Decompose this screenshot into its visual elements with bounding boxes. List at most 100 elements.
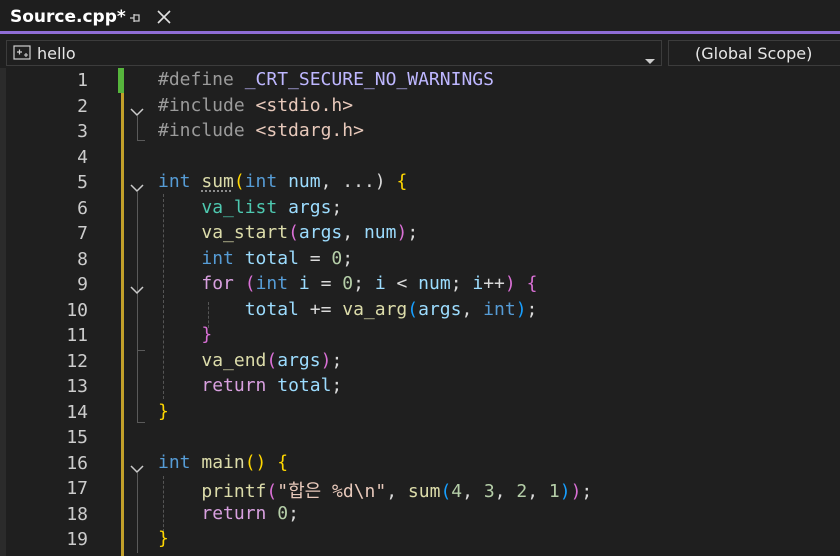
code-text: for (int i = 0; i < num; i++) {: [158, 273, 537, 294]
line-number: 18: [66, 503, 88, 525]
tab-source-cpp[interactable]: Source.cpp*: [0, 0, 180, 34]
code-line[interactable]: 4: [0, 145, 840, 171]
line-number: 12: [66, 350, 88, 372]
code-line[interactable]: 1 #define _CRT_SECURE_NO_WARNINGS: [0, 68, 840, 94]
fold-chevron-icon[interactable]: [130, 280, 144, 299]
code-line[interactable]: 2 #include <stdio.h>: [0, 94, 840, 120]
global-scope-dropdown[interactable]: (Global Scope): [668, 40, 840, 66]
line-number: 17: [66, 478, 88, 499]
code-token: #define: [158, 69, 234, 90]
code-line[interactable]: 16 int main() {: [0, 451, 840, 477]
tab-bar: Source.cpp*: [0, 0, 840, 34]
code-token: va_arg: [342, 298, 408, 320]
code-token: (): [244, 451, 267, 473]
code-token: 3: [483, 481, 495, 502]
code-token: <stdio.h>: [255, 94, 354, 116]
code-token: ): [504, 273, 516, 294]
code-token: ": [375, 481, 387, 502]
code-line[interactable]: 9 for (int i = 0; i < num; i++) {: [0, 272, 840, 298]
code-line[interactable]: 5 int sum(int num, ...) {: [0, 170, 840, 196]
code-token: ): [559, 481, 571, 502]
code-token: int: [255, 273, 289, 294]
close-icon[interactable]: [156, 9, 172, 29]
code-line[interactable]: 19}: [0, 527, 840, 553]
code-text: #include <stdarg.h>: [158, 120, 364, 141]
code-token: (: [407, 298, 419, 320]
code-token: =: [309, 273, 343, 294]
code-token: ;: [331, 375, 343, 396]
code-token: va_start: [201, 222, 289, 243]
code-token: ;: [526, 298, 538, 320]
code-line[interactable]: 3 #include <stdarg.h>: [0, 119, 840, 145]
fold-chevron-icon[interactable]: [130, 102, 144, 121]
code-token: 2: [516, 481, 528, 502]
code-token: 0: [277, 502, 289, 524]
code-token: +=: [298, 298, 343, 320]
code-token: ;: [450, 273, 473, 294]
code-token: num: [363, 222, 397, 243]
code-token: main: [201, 451, 245, 473]
global-scope-label: (Global Scope): [695, 44, 813, 63]
code-text: int total = 0;: [158, 248, 353, 269]
code-token: ;: [407, 222, 419, 243]
code-token: <: [385, 273, 419, 294]
code-token: i: [374, 273, 386, 294]
code-token: ;: [353, 273, 375, 294]
code-token: (: [288, 222, 299, 243]
code-line[interactable]: 14}: [0, 400, 840, 426]
project-scope-dropdown[interactable]: hello: [6, 40, 662, 66]
code-line[interactable]: 10 total += va_arg(args, int);: [0, 298, 840, 324]
code-line[interactable]: 8 int total = 0;: [0, 247, 840, 273]
code-text: #include <stdio.h>: [158, 95, 353, 116]
tab-underline: [0, 31, 840, 34]
code-token: printf: [201, 481, 267, 502]
code-line[interactable]: 11 }: [0, 323, 840, 349]
code-token: =: [298, 247, 332, 269]
code-editor[interactable]: 1 #define _CRT_SECURE_NO_WARNINGS 2 #includ…: [0, 68, 840, 556]
code-token: ,: [386, 481, 408, 502]
code-line[interactable]: 6 va_list args;: [0, 196, 840, 222]
code-token: total: [244, 298, 299, 320]
code-token: ,: [462, 481, 484, 502]
code-line[interactable]: 18 return 0;: [0, 502, 840, 528]
code-line[interactable]: 7 va_start(args, num);: [0, 221, 840, 247]
code-token: args: [418, 298, 462, 320]
line-number: 5: [77, 172, 88, 193]
code-text: va_list args;: [158, 197, 342, 218]
code-token: return: [201, 502, 267, 524]
code-line[interactable]: 12 va_end(args);: [0, 349, 840, 375]
code-text: }: [158, 528, 169, 549]
fold-chevron-icon[interactable]: [130, 178, 144, 197]
code-token: ,: [342, 222, 364, 243]
code-line[interactable]: 15: [0, 425, 840, 451]
code-token: (: [266, 481, 278, 502]
code-token: num: [288, 171, 321, 192]
code-line[interactable]: 17 printf("합은 %d\n", sum(4, 3, 2, 1));: [0, 476, 840, 502]
code-token: return: [201, 375, 267, 396]
dropdown-arrow-icon[interactable]: [645, 50, 655, 69]
code-token: total: [244, 247, 299, 269]
code-text: #define _CRT_SECURE_NO_WARNINGS: [158, 69, 494, 90]
code-line[interactable]: 13 return total;: [0, 374, 840, 400]
code-token: int: [244, 171, 278, 192]
project-icon: [13, 45, 31, 65]
code-text: }: [158, 401, 169, 422]
code-token: (: [244, 273, 256, 294]
fold-chevron-icon[interactable]: [130, 459, 144, 478]
code-token: int: [158, 171, 191, 192]
line-number: 7: [77, 223, 88, 244]
code-token: {: [396, 171, 408, 192]
pin-icon[interactable]: [128, 10, 142, 29]
line-number: 13: [66, 376, 88, 397]
code-token: ;: [342, 247, 354, 269]
code-token: #include: [158, 120, 245, 141]
